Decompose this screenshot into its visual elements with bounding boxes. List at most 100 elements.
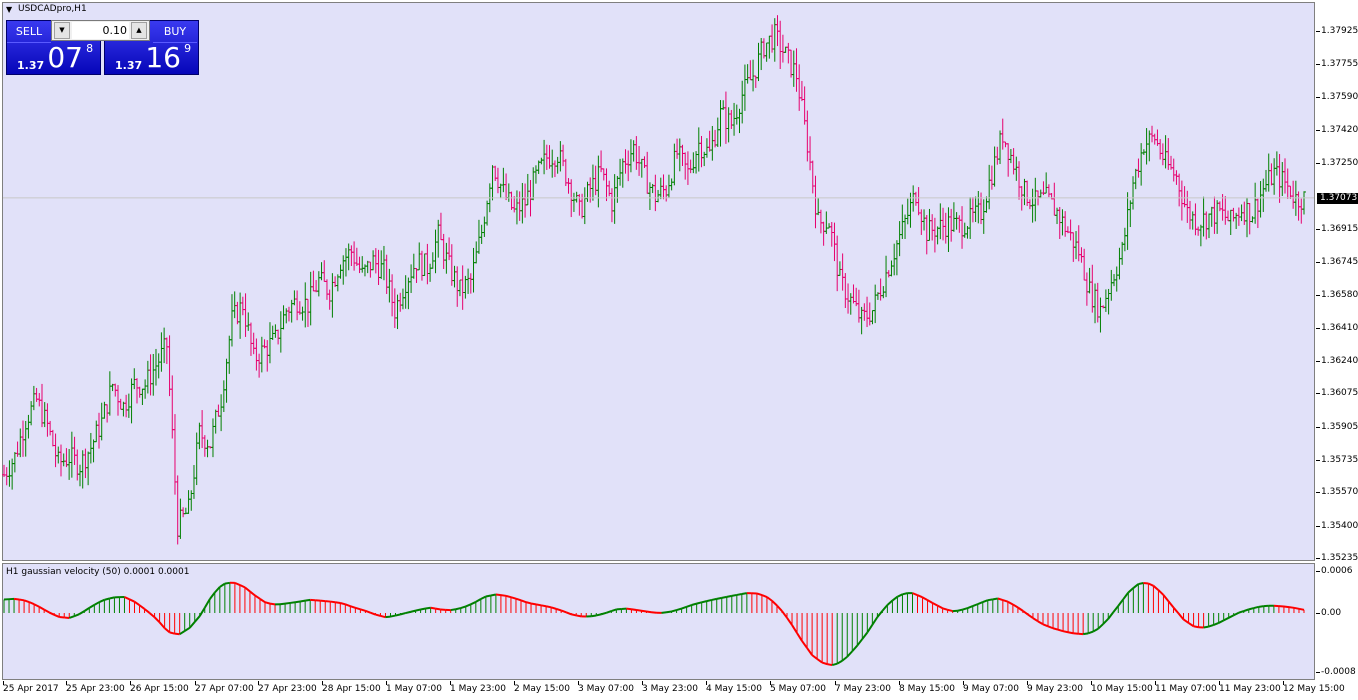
ohlc-bar: [1204, 211, 1209, 240]
ohlc-bar: [409, 264, 414, 293]
velocity-line-segment: [224, 581, 231, 585]
velocity-line-segment: [761, 594, 768, 598]
time-label: 26 Apr 15:00: [130, 684, 189, 694]
velocity-line-segment: [124, 596, 130, 601]
ohlc-bar: [770, 24, 775, 53]
ohlc-bar: [1147, 130, 1152, 162]
ohlc-bar: [202, 435, 207, 457]
velocity-line-segment: [480, 595, 487, 600]
ohlc-bar: [159, 332, 164, 372]
ohlc-bar: [1027, 199, 1032, 210]
velocity-line-segment: [83, 607, 90, 612]
velocity-line-segment: [535, 603, 542, 607]
velocity-line-segment: [138, 604, 146, 610]
time-label: 2 May 15:00: [514, 684, 570, 694]
lot-size-stepper[interactable]: ▼ ▲: [51, 20, 150, 41]
velocity-line-segment: [1067, 631, 1074, 635]
ohlc-bar: [257, 353, 262, 378]
ohlc-bar: [941, 207, 946, 241]
ohlc-bar: [1160, 143, 1165, 166]
ohlc-bar: [379, 250, 384, 279]
ohlc-bar: [1272, 158, 1277, 195]
ohlc-bar: [72, 436, 77, 465]
velocity-line-segment: [73, 613, 80, 618]
ohlc-bar: [417, 242, 422, 271]
ohlc-bar: [1150, 125, 1155, 143]
velocity-line-segment: [1208, 624, 1214, 628]
price-axis[interactable]: [1316, 0, 1358, 700]
ohlc-bar: [1228, 209, 1233, 236]
velocity-line-segment: [1182, 618, 1190, 624]
velocity-line-segment: [239, 584, 246, 589]
time-tick: [1155, 681, 1156, 685]
ohlc-bar: [493, 165, 498, 182]
ohlc-bar: [759, 37, 764, 71]
ohlc-bar: [987, 164, 992, 210]
chart-menu-icon[interactable]: ▼: [6, 5, 12, 14]
ohlc-bar: [265, 340, 270, 372]
ohlc-bar: [628, 139, 633, 173]
velocity-line-segment: [1112, 605, 1120, 613]
ohlc-bar: [501, 167, 506, 193]
velocity-line-segment: [1062, 630, 1069, 634]
velocity-line-segment: [626, 607, 632, 611]
ohlc-bar: [588, 177, 593, 203]
ohlc-bar: [170, 375, 175, 439]
velocity-line-segment: [59, 615, 65, 619]
ohlc-bar: [520, 182, 525, 224]
ohlc-bar: [69, 431, 74, 478]
ohlc-bar: [1247, 203, 1252, 235]
velocity-line-segment: [596, 613, 602, 617]
velocity-line-segment: [269, 602, 276, 606]
ohlc-bar: [341, 255, 346, 285]
velocity-line-segment: [455, 607, 461, 611]
velocity-line-segment: [1138, 582, 1144, 586]
velocity-line-segment: [1172, 606, 1180, 615]
ohlc-bar: [273, 324, 278, 338]
velocity-line-segment: [540, 604, 547, 608]
ohlc-bar: [151, 353, 156, 396]
ohlc-bar: [968, 197, 973, 239]
ohlc-bar: [1117, 247, 1122, 280]
time-tick: [578, 681, 579, 685]
ohlc-bar: [1063, 211, 1068, 237]
lot-decrease-icon[interactable]: ▼: [54, 22, 70, 39]
velocity-line-segment: [305, 598, 311, 602]
time-label: 1 May 07:00: [386, 684, 442, 694]
velocity-line-segment: [219, 582, 226, 588]
ohlc-bar: [18, 428, 23, 458]
ohlc-bar: [1185, 190, 1190, 223]
ohlc-bar: [523, 183, 528, 218]
lot-size-input[interactable]: [72, 22, 129, 39]
velocity-line-segment: [851, 644, 859, 652]
ohlc-bar: [259, 336, 264, 373]
velocity-line-segment: [917, 594, 923, 599]
ohlc-bar: [1166, 138, 1171, 170]
ohlc-bar: [352, 241, 357, 271]
velocity-line-segment: [64, 616, 70, 619]
ohlc-bar: [132, 368, 137, 390]
ohlc-bar: [563, 158, 568, 187]
ohlc-bar: [292, 290, 297, 306]
ohlc-bar: [683, 152, 688, 180]
ohlc-bar: [327, 289, 332, 310]
velocity-line-segment: [781, 610, 788, 619]
ohlc-bar: [1139, 143, 1144, 186]
lot-increase-icon[interactable]: ▲: [131, 22, 147, 39]
ohlc-bar: [1017, 161, 1022, 200]
ohlc-bar: [905, 198, 910, 225]
velocity-line-segment: [696, 601, 702, 605]
velocity-line-segment: [902, 592, 908, 596]
velocity-line-segment: [1167, 600, 1175, 609]
time-label: 25 Apr 23:00: [66, 684, 125, 694]
indicator-axis-label: -0.0008: [1321, 667, 1356, 677]
ohlc-bar: [919, 209, 924, 235]
ohlc-bar: [433, 229, 438, 274]
time-tick: [66, 681, 67, 685]
velocity-line-segment: [641, 609, 647, 613]
ohlc-bar: [1052, 182, 1057, 216]
ohlc-bar: [240, 296, 245, 316]
ohlc-bar: [943, 212, 948, 244]
velocity-line-segment: [500, 594, 507, 597]
velocity-line-segment: [148, 612, 156, 618]
